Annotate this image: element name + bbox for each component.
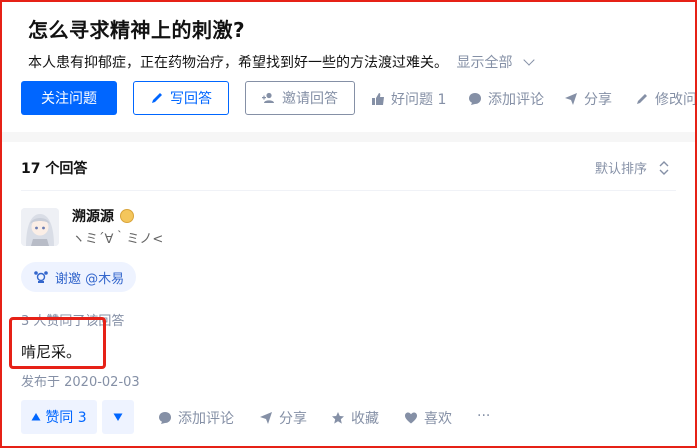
add-user-icon [262,91,276,105]
comment-icon [468,92,482,106]
chevron-down-icon[interactable] [523,54,535,66]
triangle-up-icon [31,412,41,422]
answers-card: 17 个回答 默认排序 溯源源 ヽミ´∀｀ミノ< 谢邀 @木易 3 人赞同了该回… [0,142,697,448]
section-gap [0,132,697,142]
author-name[interactable]: 溯源源 [72,206,134,226]
show-all-link[interactable]: 显示全部 [456,55,512,71]
author-bio: ヽミ´∀｀ミノ< [72,232,164,247]
add-comment-button[interactable]: 添加评论 [158,408,234,428]
edit-question-button[interactable]: 修改问 [635,89,697,109]
author-name-text: 溯源源 [72,209,114,225]
thumb-up-icon [371,92,385,106]
collect-label: 收藏 [351,411,379,427]
invite-chip[interactable]: 谢邀 @木易 [21,262,137,292]
write-answer-button[interactable]: 写回答 [133,81,229,115]
invite-icon [33,270,49,284]
edit-question-label: 修改问 [655,92,697,108]
question-header: 怎么寻求精神上的刺激? 本人患有抑郁症，正在药物治疗，希望找到好一些的方法渡过难… [0,0,697,132]
comment-icon [158,411,172,425]
sort-dropdown[interactable]: 默认排序 [595,158,669,177]
add-comment-button[interactable]: 添加评论 [468,89,544,109]
avatar[interactable] [21,208,59,246]
more-icon: ··· [477,408,491,424]
add-comment-label: 添加评论 [178,411,234,427]
like-button[interactable]: 喜欢 [404,408,452,428]
share-button[interactable]: 分享 [259,408,307,428]
question-title: 怎么寻求精神上的刺激? [28,18,246,42]
add-comment-label: 添加评论 [488,92,544,108]
question-description: 本人患有抑郁症，正在药物治疗，希望找到好一些的方法渡过难关。 显示全部 [28,52,535,72]
answer-count: 17 个回答 [21,161,88,177]
highlight-box [9,317,106,369]
share-button[interactable]: 分享 [564,89,612,109]
question-description-text: 本人患有抑郁症，正在药物治疗，希望找到好一些的方法渡过难关。 [28,55,448,71]
heart-icon [404,411,418,425]
divider [21,190,676,191]
like-label: 喜欢 [424,411,452,427]
sort-label: 默认排序 [594,162,647,177]
good-question-button[interactable]: 好问题 1 [371,89,446,109]
vote-down-button[interactable] [102,400,134,434]
share-label: 分享 [279,411,307,427]
invite-answer-label: 邀请回答 [282,91,338,107]
vote-up-label: 赞同 3 [45,410,87,426]
collect-button[interactable]: 收藏 [331,408,379,428]
write-answer-label: 写回答 [170,91,212,107]
pencil-icon [150,91,164,105]
share-icon [259,411,273,425]
invite-answer-button[interactable]: 邀请回答 [245,81,355,115]
vote-up-button[interactable]: 赞同 3 [21,400,97,434]
pencil-icon [635,92,649,106]
sort-arrows-icon [659,160,669,175]
triangle-down-icon [113,412,123,422]
badge-icon [120,209,134,223]
star-icon [331,411,345,425]
publish-date[interactable]: 发布于 2020-02-03 [21,371,140,390]
share-icon [564,92,578,106]
more-button[interactable]: ··· [477,408,490,424]
follow-question-button[interactable]: 关注问题 [21,81,117,115]
invite-chip-label: 谢邀 @木易 [55,271,125,287]
good-question-label: 好问题 1 [391,92,447,108]
share-label: 分享 [584,92,612,108]
follow-question-label: 关注问题 [41,91,97,107]
